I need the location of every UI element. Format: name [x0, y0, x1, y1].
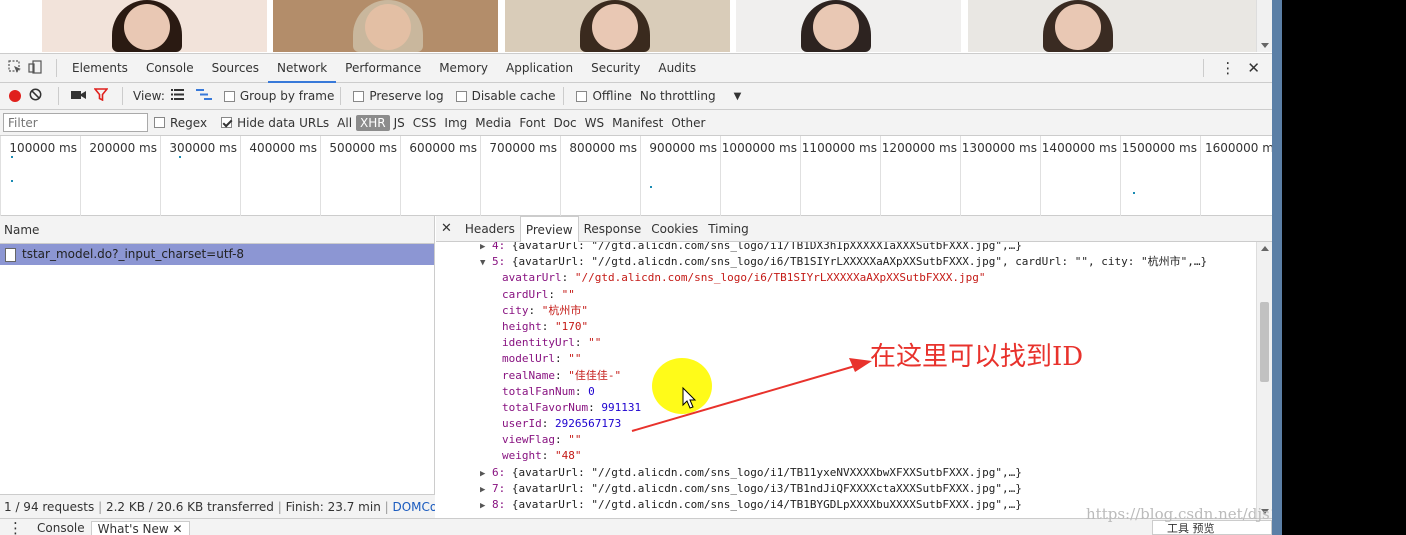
annotation-arrow	[631, 358, 872, 432]
annotation-text: 在这里可以找到ID	[870, 342, 1084, 372]
watermark: https://blog.csdn.net/djs123DJS	[1086, 505, 1272, 523]
window-edge	[1272, 0, 1282, 535]
browser-page: Elements Console Sources Network Perform…	[0, 0, 1272, 535]
desktop-background	[1282, 0, 1406, 535]
